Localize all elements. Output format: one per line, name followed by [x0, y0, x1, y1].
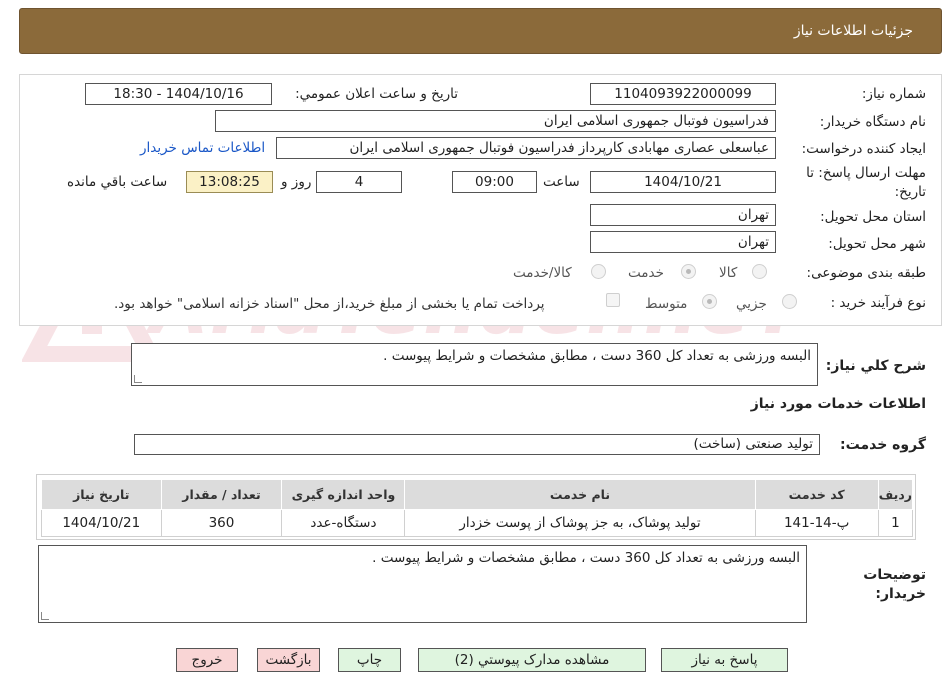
category-service-label: خدمت [628, 265, 664, 281]
resize-handle-icon[interactable] [41, 612, 49, 620]
service-group-label: گروه خدمت: [840, 437, 926, 453]
deadline-label: مهلت ارسال پاسخ: تا [806, 165, 926, 181]
process-minor-radio[interactable] [782, 294, 797, 309]
category-label: طبقه بندی موضوعی: [806, 265, 926, 281]
services-table-header: ردیف کد خدمت نام خدمت واحد اندازه گیری ت… [41, 479, 914, 510]
exit-button[interactable]: خروج [176, 648, 238, 672]
cell-row-number: 1 [877, 509, 914, 537]
table-row: 1 پ-14-141 تولید پوشاک، به جز پوشاک از پ… [41, 509, 914, 537]
column-header-unit: واحد اندازه گیری [281, 479, 406, 510]
need-number-field: 1104093922000099 [590, 83, 776, 105]
city-field: تهران [590, 231, 776, 253]
services-section-title: اطلاعات خدمات مورد نیاز [750, 396, 926, 412]
column-header-service-code: کد خدمت [754, 479, 879, 510]
category-goods-label: کالا [719, 265, 738, 281]
buyer-org-label: نام دستگاه خریدار: [819, 114, 926, 130]
back-button[interactable]: بازگشت [257, 648, 320, 672]
column-header-service-name: نام خدمت [404, 479, 756, 510]
treasury-payment-checkbox[interactable] [606, 293, 620, 307]
resize-handle-icon[interactable] [134, 375, 142, 383]
requester-field: عباسعلی عصاری مهابادی کارپرداز فدراسیون … [276, 137, 776, 159]
column-header-row-number: ردیف [877, 479, 914, 510]
category-goods-service-radio[interactable] [591, 264, 606, 279]
deadline-time-label: ساعت [543, 174, 580, 190]
deadline-date-label: تاریخ: [894, 184, 926, 200]
column-header-quantity: تعداد / مقدار [160, 479, 283, 510]
process-type-label: نوع فرآیند خرید : [830, 295, 926, 311]
column-header-need-date: تاریخ نیاز [41, 479, 162, 510]
announce-date-label: تاریخ و ساعت اعلان عمومي: [295, 86, 458, 102]
cell-need-date: 1404/10/21 [41, 509, 162, 537]
requester-label: ایجاد کننده درخواست: [801, 141, 926, 157]
remaining-time-label: ساعت باقي مانده [67, 174, 168, 190]
province-field: تهران [590, 204, 776, 226]
cell-unit: دستگاه-عدد [281, 509, 406, 537]
buyer-notes-label: توضیحات [863, 567, 926, 583]
cell-service-name: تولید پوشاک، به جز پوشاک از پوست خزدار [404, 509, 756, 537]
process-medium-radio[interactable] [702, 294, 717, 309]
cell-quantity: 360 [160, 509, 283, 537]
treasury-payment-note: پرداخت تمام یا بخشی از مبلغ خرید،از محل … [114, 296, 545, 312]
buyer-notes-textarea[interactable]: البسه ورزشی به تعداد کل 360 دست ، مطابق … [38, 545, 807, 623]
buyer-notes-text: البسه ورزشی به تعداد کل 360 دست ، مطابق … [372, 550, 800, 566]
process-medium-label: متوسط [645, 296, 688, 312]
description-label: شرح كلي نياز: [825, 358, 926, 374]
buyer-org-field: فدراسیون فوتبال جمهوری اسلامی ایران [215, 110, 776, 132]
need-number-label: شماره نیاز: [861, 86, 926, 102]
services-table-container: ردیف کد خدمت نام خدمت واحد اندازه گیری ت… [36, 474, 916, 540]
category-goods-radio[interactable] [752, 264, 767, 279]
print-button[interactable]: چاپ [338, 648, 401, 672]
remaining-days-field: 4 [316, 171, 402, 193]
services-table: ردیف کد خدمت نام خدمت واحد اندازه گیری ت… [41, 479, 914, 537]
days-label: روز و [281, 174, 312, 190]
city-label: شهر محل تحویل: [828, 236, 926, 252]
category-service-radio[interactable] [681, 264, 696, 279]
deadline-date-field: 1404/10/21 [590, 171, 776, 193]
deadline-time-field: 09:00 [452, 171, 537, 193]
category-goods-service-label: کالا/خدمت [513, 265, 572, 281]
buyer-contact-link[interactable]: اطلاعات تماس خریدار [140, 140, 265, 156]
announce-date-field: 1404/10/16 - 18:30 [85, 83, 272, 105]
description-text: البسه ورزشی به تعداد کل 360 دست ، مطابق … [383, 348, 811, 364]
process-minor-label: جزيي [736, 296, 767, 312]
remaining-time-field: 13:08:25 [186, 171, 273, 193]
service-group-field: تولید صنعتی (ساخت) [134, 434, 820, 455]
page-header: جزئیات اطلاعات نیاز [19, 8, 942, 54]
buyer-notes-label-2: خریدار: [875, 586, 926, 602]
page-title: جزئیات اطلاعات نیاز [793, 23, 913, 39]
cell-service-code: پ-14-141 [754, 509, 879, 537]
province-label: استان محل تحویل: [820, 209, 926, 225]
description-textarea[interactable]: البسه ورزشی به تعداد کل 360 دست ، مطابق … [131, 343, 818, 386]
reply-to-need-button[interactable]: پاسخ به نیاز [661, 648, 788, 672]
view-attachments-button[interactable]: مشاهده مدارک پیوستي (2) [418, 648, 646, 672]
